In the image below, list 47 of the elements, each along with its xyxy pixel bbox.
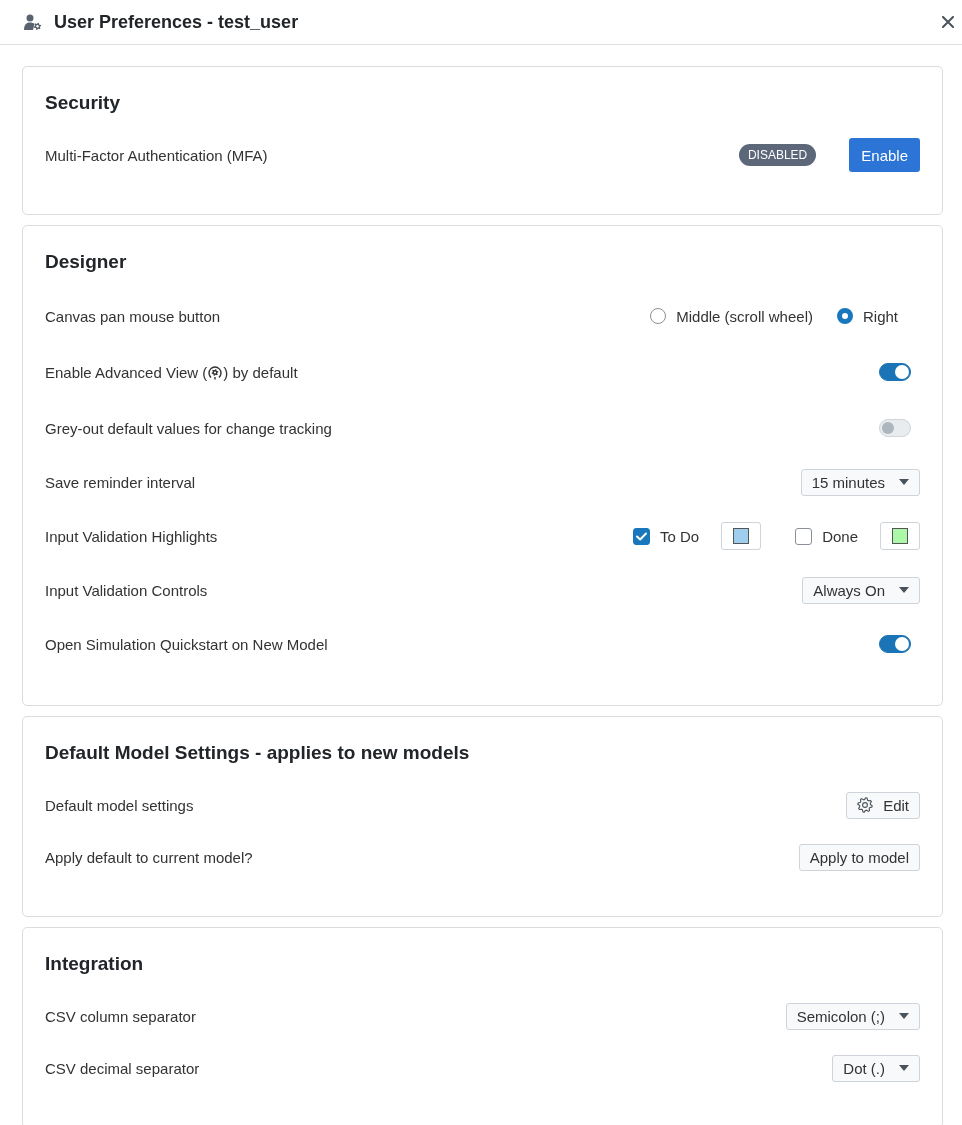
setting-label: Multi-Factor Authentication (MFA) — [45, 146, 268, 164]
section-title: Designer — [45, 250, 128, 274]
checkbox[interactable] — [632, 527, 650, 545]
setting-label: Grey-out default values for change tracking — [45, 419, 332, 437]
setting-label: Canvas pan mouse button — [45, 307, 221, 325]
radio-label[interactable]: Middle (scroll wheel) — [676, 307, 813, 325]
setting-label: Default model settings — [45, 796, 194, 814]
setting-label: CSV decimal separator — [45, 1059, 200, 1077]
section-title: Security — [45, 91, 121, 115]
setting-label: Enable Advanced View ( — [45, 363, 208, 381]
setting-label: Open Simulation Quickstart on New Model — [45, 635, 328, 653]
setting-label: Save reminder interval — [45, 473, 196, 491]
dropdown[interactable]: Always On — [802, 576, 920, 604]
dropdown[interactable]: Semicolon (;) — [785, 1002, 920, 1030]
setting-label: ) by default — [223, 363, 298, 381]
radio-button[interactable] — [836, 308, 853, 324]
color-picker-button[interactable] — [721, 522, 762, 550]
dropdown[interactable]: Dot (.) — [832, 1054, 920, 1082]
close-icon[interactable] — [942, 16, 954, 28]
color-picker-button[interactable] — [880, 522, 920, 550]
caret-icon — [899, 1013, 909, 1019]
status-badge: DISABLED — [738, 144, 817, 166]
setting-label: Apply default to current model? — [45, 848, 253, 866]
checkmark-icon — [635, 531, 647, 541]
apply-button[interactable]: Apply to model — [798, 843, 920, 871]
section-title: Integration — [45, 952, 145, 976]
dropdown[interactable]: 15 minutes — [800, 468, 920, 496]
setting-label: Input Validation Controls — [45, 581, 208, 599]
checkbox[interactable] — [795, 527, 813, 545]
radio-button[interactable] — [650, 308, 667, 324]
edit-button[interactable]: Edit — [846, 791, 920, 819]
toggle-switch[interactable] — [879, 635, 911, 653]
caret-icon — [899, 1065, 909, 1071]
toggle-switch[interactable] — [879, 363, 911, 381]
setting-label: CSV column separator — [45, 1007, 196, 1025]
setting-label: Input Validation Highlights — [45, 527, 218, 545]
user-gear-icon — [24, 14, 42, 30]
radio-label[interactable]: Right — [862, 307, 898, 325]
enable-button[interactable]: Enable — [849, 138, 920, 172]
checkbox-label[interactable]: To Do — [659, 527, 700, 545]
caret-icon — [899, 479, 909, 485]
checkbox-label[interactable]: Done — [822, 527, 858, 545]
section-title: Default Model Settings - applies to new models — [45, 741, 471, 765]
window-title: User Preferences - test_user — [54, 11, 299, 33]
caret-icon — [899, 587, 909, 593]
gear-ring-icon — [208, 364, 223, 380]
gear-icon — [857, 797, 874, 813]
